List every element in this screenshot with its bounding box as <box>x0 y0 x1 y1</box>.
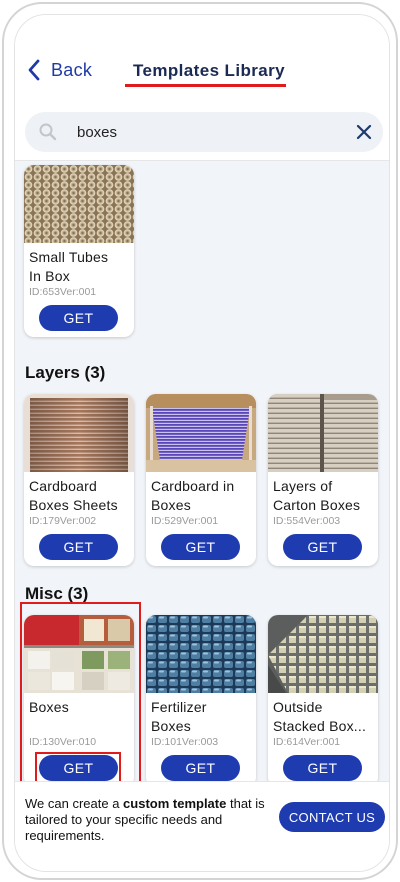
template-card[interactable]: Cardboard Boxes Sheets ID:179Ver:002 GET <box>24 394 134 566</box>
close-icon[interactable] <box>355 123 373 141</box>
search-bar <box>25 112 383 152</box>
template-name: Cardboard Boxes Sheets <box>29 478 118 513</box>
template-id: ID:179Ver:002 <box>29 515 97 527</box>
template-thumbnail-boxes <box>24 615 134 693</box>
template-name: Small Tubes In Box <box>29 249 109 284</box>
footer-text-bold: custom template <box>123 796 227 811</box>
template-thumbnail-outside-stacked <box>268 615 378 693</box>
template-id: ID:614Ver:001 <box>273 736 341 748</box>
template-card-boxes[interactable]: Boxes ID:130Ver:010 GET <box>24 615 134 781</box>
header: Back Templates Library <box>15 15 389 105</box>
get-button[interactable]: GET <box>39 305 118 331</box>
template-id: ID:130Ver:010 <box>29 736 97 748</box>
app-screen: Back Templates Library boxes Small Tubes… <box>14 14 390 872</box>
search-input[interactable] <box>77 120 337 144</box>
section-title-misc: Misc (3) <box>25 584 89 603</box>
search-icon <box>39 123 57 141</box>
template-thumbnail-fertilizer <box>146 615 256 693</box>
back-label: Back <box>51 59 93 80</box>
back-button[interactable]: Back <box>27 59 92 81</box>
template-thumbnail-tubes <box>24 165 134 243</box>
template-name: Fertilizer Boxes <box>151 699 207 734</box>
get-button[interactable]: GET <box>283 534 362 560</box>
get-button[interactable]: GET <box>161 534 240 560</box>
get-button[interactable]: GET <box>39 755 118 781</box>
get-button[interactable]: GET <box>161 755 240 781</box>
template-id: ID:529Ver:001 <box>151 515 219 527</box>
template-name: Outside Stacked Box... <box>273 699 367 734</box>
template-card[interactable]: Small Tubes In Box ID:653Ver:001 GET <box>24 165 134 337</box>
phone-frame: Back Templates Library boxes Small Tubes… <box>2 2 398 880</box>
template-thumbnail-carton-layers <box>268 394 378 472</box>
template-id: ID:101Ver:003 <box>151 736 219 748</box>
template-list[interactable]: Small Tubes In Box ID:653Ver:001 GET Lay… <box>15 161 389 781</box>
chevron-left-icon <box>28 59 40 81</box>
template-thumbnail-cardboard-sheets <box>24 394 134 472</box>
template-card[interactable]: Fertilizer Boxes ID:101Ver:003 GET <box>146 615 256 781</box>
template-thumbnail-cardboard-in-boxes <box>146 394 256 472</box>
template-card[interactable]: Cardboard in Boxes ID:529Ver:001 GET <box>146 394 256 566</box>
page-title: Templates Library <box>133 61 285 80</box>
template-name: Layers of Carton Boxes <box>273 478 361 513</box>
section-title-layers: Layers (3) <box>25 363 106 382</box>
template-name: Cardboard in Boxes <box>151 478 235 513</box>
template-card[interactable]: Layers of Carton Boxes ID:554Ver:003 GET <box>268 394 378 566</box>
template-id: ID:653Ver:001 <box>29 286 97 298</box>
title-underline <box>125 84 286 87</box>
contact-us-button[interactable]: CONTACT US <box>279 802 385 832</box>
template-name: Boxes <box>29 699 69 715</box>
footer: We can create a custom template that is … <box>15 781 389 871</box>
get-button[interactable]: GET <box>39 534 118 560</box>
footer-text-before: We can create a <box>25 796 124 811</box>
custom-template-message: We can create a custom template that is … <box>25 796 265 844</box>
get-button[interactable]: GET <box>283 755 362 781</box>
template-card[interactable]: Outside Stacked Box... ID:614Ver:001 GET <box>268 615 378 781</box>
template-id: ID:554Ver:003 <box>273 515 341 527</box>
